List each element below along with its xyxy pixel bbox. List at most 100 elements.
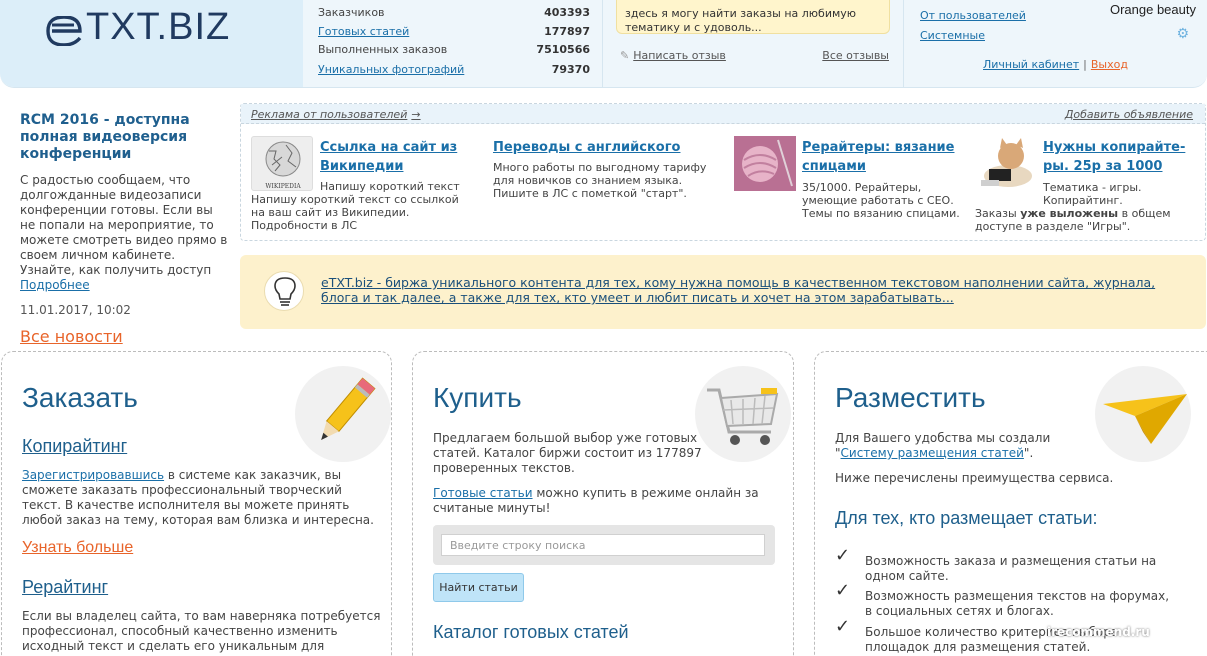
banner-text[interactable]: eTXT.biz - биржа уникального контента дл… <box>321 275 1191 305</box>
search-input[interactable] <box>441 534 765 556</box>
plane-illustration <box>1095 366 1191 462</box>
stat-row-completed-orders: Выполненных заказов 7510566 <box>318 43 590 61</box>
ad-title-link[interactable]: Ссылка на сайт из Википедии <box>320 138 457 176</box>
site-stats: Заказчиков 403393 Готовых статей 177897 … <box>303 0 603 87</box>
lightbulb-icon <box>264 271 304 311</box>
reviews-block: здесь я могу найти заказы на любимую тем… <box>604 0 904 87</box>
username: Orange beauty <box>1109 2 1196 17</box>
write-review-link[interactable]: ✎ Написать отзыв <box>620 49 726 62</box>
checkmark-icon: ✓ <box>835 580 851 601</box>
ad-title-line: Ссылка на сайт из <box>320 140 458 155</box>
cat-icon <box>981 138 1032 187</box>
cart-illustration <box>695 366 791 462</box>
place-text-2: Ниже перечислены преимущества сервиса. <box>835 471 1114 485</box>
ads-header-link[interactable]: Реклама от пользователей → <box>251 108 421 121</box>
all-news-link[interactable]: Все новости <box>20 327 123 346</box>
stat-row-ready-articles: Готовых статей 177897 <box>318 25 590 43</box>
ads-header-label: Реклама от пользователей <box>251 108 408 121</box>
copywriting-link[interactable]: Копирайтинг <box>22 436 127 457</box>
order-title: Заказать <box>22 382 138 413</box>
logo-e-icon <box>46 16 82 46</box>
pencil-icon: ✎ <box>620 49 630 62</box>
ad-item: Нужны копирайте- ры. 25р за 1000 Тематик… <box>975 136 1200 236</box>
arrow-right-icon: → <box>411 108 421 121</box>
place-subtitle: Для тех, кто размещает статьи: <box>835 508 1098 528</box>
system-notifications-link[interactable]: Системные <box>920 29 985 42</box>
benefit-text: Возможность заказа и размещения статьи н… <box>865 554 1157 583</box>
cat-image[interactable] <box>975 136 1037 191</box>
rewriting-text: Если вы владелец сайта, то вам наверняка… <box>22 609 381 653</box>
pencil-icon <box>321 377 376 441</box>
ad-title-line: ры. 25р за 1000 <box>1043 159 1163 174</box>
header: TXT.BIZ Заказчиков 403393 Готовых статей… <box>0 0 1207 88</box>
placement-system-link[interactable]: Систему размещения статей <box>841 446 1024 460</box>
user-block: От пользователей Системные Orange beauty… <box>905 0 1207 87</box>
buy-title: Купить <box>433 382 522 413</box>
ad-text-part1: Напишу короткий текст <box>320 180 460 193</box>
buy-text: Предлагаем большой выбор уже готовых ста… <box>433 431 702 475</box>
ad-title-link[interactable]: Рерайтеры: вязание спицами <box>802 138 954 176</box>
notifications-from-users-link[interactable]: От пользователей <box>920 9 1026 22</box>
news-text: С радостью сообщаем, что долгожданные ви… <box>20 173 230 293</box>
separator: | <box>1083 58 1087 71</box>
logo-area: TXT.BIZ <box>0 0 303 87</box>
copywriting-text: Зарегистрировавшись в системе как заказч… <box>22 468 382 528</box>
write-review-label: Написать отзыв <box>633 49 726 62</box>
shopping-cart-icon <box>707 388 779 445</box>
ad-text: Напишу короткий текст со ссылкой на ваш … <box>251 193 459 232</box>
place-text: Для Вашего удобства мы создали "Систему … <box>835 431 1095 461</box>
news-title[interactable]: RCM 2016 - доступна полная видеоверсия к… <box>20 112 230 163</box>
logout-link[interactable]: Выход <box>1091 58 1128 71</box>
logo-text: TXT.BIZ <box>86 6 231 48</box>
rewriting-link[interactable]: Рерайтинг <box>22 577 108 598</box>
search-box <box>433 525 775 565</box>
ready-articles-link[interactable]: Готовые статьи <box>433 486 533 500</box>
ad-text-b: Заказы уже выложены в общем доступе в ра… <box>975 207 1200 233</box>
ad-text: Много работы по выгодному тарифу для нов… <box>493 161 707 200</box>
user-ads: Реклама от пользователей → Добавить объяв… <box>240 103 1206 241</box>
ad-title-line: Рерайтеры: вязание <box>802 140 955 155</box>
ad-title-link[interactable]: Нужны копирайте- ры. 25р за 1000 <box>1043 138 1185 176</box>
paper-plane-icon <box>1103 394 1187 444</box>
news-date: 11.01.2017, 10:02 <box>20 303 131 317</box>
ad-text-part: Заказы <box>975 207 1021 220</box>
stat-value: 79370 <box>551 63 590 76</box>
wikipedia-label: WIKIPEDIA <box>265 183 301 190</box>
ready-articles-text: Готовые статьи можно купить в режиме онл… <box>433 486 773 516</box>
add-ad-link[interactable]: Добавить объявление <box>1065 108 1193 121</box>
place-text-part1: Для Вашего удобства мы создали <box>835 431 1051 445</box>
ad-item: Рерайтеры: вязание спицами 35/1000. Рера… <box>734 136 964 236</box>
find-articles-button[interactable]: Найти статьи <box>433 573 524 602</box>
pencil-illustration <box>295 366 391 462</box>
account-links: Личный кабинет | Выход <box>983 58 1128 71</box>
stat-link-ready-articles[interactable]: Готовых статей <box>318 25 409 38</box>
ad-title-line: Википедии <box>320 159 404 174</box>
all-reviews-link[interactable]: Все отзывы <box>822 49 889 62</box>
ad-title-link[interactable]: Переводы с английского <box>493 138 680 157</box>
stat-value: 177897 <box>544 25 590 38</box>
place-column: Разместить Для Вашего удобства мы создал… <box>814 351 1207 656</box>
stat-label: Выполненных заказов <box>318 43 448 56</box>
quote-close: ". <box>1023 446 1034 460</box>
gear-icon[interactable]: ⚙ <box>1176 26 1189 42</box>
ad-title-line: спицами <box>802 159 866 174</box>
ad-text: Тематика - игры. Копирайтинг. <box>1043 181 1142 207</box>
news-block: RCM 2016 - доступна полная видеоверсия к… <box>20 112 230 346</box>
stat-value: 403393 <box>544 6 590 19</box>
buy-column: Купить Предлагаем большой выбор уже гото… <box>412 351 794 656</box>
news-more-link[interactable]: Подробнее <box>20 278 90 292</box>
news-body: С радостью сообщаем, что долгожданные ви… <box>20 173 228 277</box>
checkmark-icon: ✓ <box>835 545 851 566</box>
ad-text: 35/1000. Рерайтеры, умеющие работать с С… <box>802 181 960 220</box>
wikipedia-logo-image[interactable]: WIKIPEDIA <box>251 136 313 191</box>
learn-more-link[interactable]: Узнать больше <box>22 539 133 557</box>
watermark: irecommend.ru <box>1047 625 1150 639</box>
stat-label: Заказчиков <box>318 6 385 19</box>
ad-item: WIKIPEDIA Ссылка на сайт из Википедии На… <box>251 136 481 236</box>
wikipedia-globe-icon: WIKIPEDIA <box>265 141 301 190</box>
stat-link-unique-photos[interactable]: Уникальных фотографий <box>318 63 464 76</box>
personal-cabinet-link[interactable]: Личный кабинет <box>983 58 1079 71</box>
register-link[interactable]: Зарегистрировавшись <box>22 468 164 482</box>
benefit-text: Возможность размещения текстов на форума… <box>865 589 1170 618</box>
catalog-title: Каталог готовых статей <box>433 622 629 642</box>
